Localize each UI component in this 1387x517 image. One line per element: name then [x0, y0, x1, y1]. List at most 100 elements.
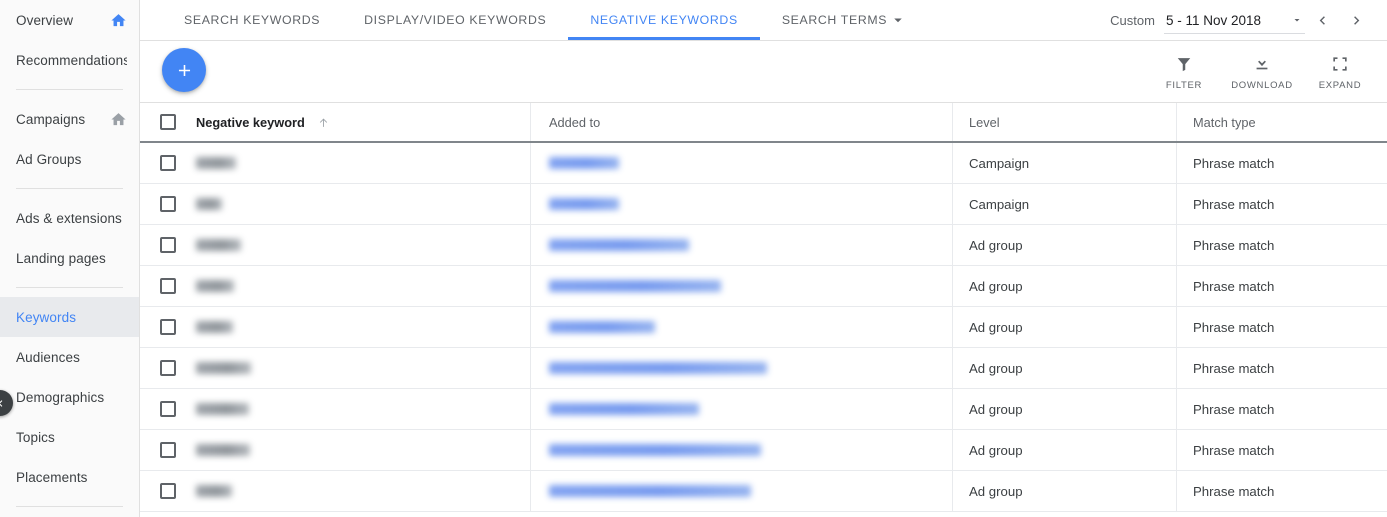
filter-funnel-icon — [1177, 57, 1191, 71]
cell-added-to[interactable] — [530, 143, 952, 183]
redacted-added-to-link[interactable] — [549, 157, 619, 169]
sidebar-item-topics[interactable]: Topics — [0, 417, 139, 457]
cell-level: Ad group — [952, 430, 1176, 470]
cell-added-to[interactable] — [530, 225, 952, 265]
table-row[interactable]: Ad group Phrase match — [140, 266, 1387, 307]
column-header-match-type[interactable]: Match type — [1176, 103, 1387, 141]
tab-search-keywords[interactable]: SEARCH KEYWORDS — [162, 0, 342, 40]
chevron-down-icon[interactable] — [887, 11, 907, 29]
redacted-keyword-text — [196, 280, 234, 292]
sidebar-item-placements[interactable]: Placements — [0, 457, 139, 497]
sidebar-divider — [16, 287, 123, 288]
sidebar-item-audiences[interactable]: Audiences — [0, 337, 139, 377]
sidebar-item-overview[interactable]: Overview — [0, 0, 139, 40]
tab-display-video-keywords[interactable]: DISPLAY/VIDEO KEYWORDS — [342, 0, 568, 40]
redacted-added-to-link[interactable] — [549, 444, 761, 456]
table-row[interactable]: Ad group Phrase match — [140, 225, 1387, 266]
cell-negative-keyword — [196, 266, 530, 306]
redacted-keyword-text — [196, 444, 250, 456]
cell-match-type: Phrase match — [1176, 225, 1387, 265]
column-header-added-to[interactable]: Added to — [530, 103, 952, 141]
table-row[interactable]: Campaign Phrase match — [140, 184, 1387, 225]
cell-level-text: Campaign — [969, 155, 1030, 171]
cell-match-type-text: Phrase match — [1193, 319, 1275, 335]
cell-level: Ad group — [952, 389, 1176, 429]
row-checkbox[interactable] — [160, 483, 176, 499]
cell-added-to[interactable] — [530, 184, 952, 224]
cell-added-to[interactable] — [530, 471, 952, 511]
download-button[interactable]: DOWNLOAD — [1223, 41, 1301, 103]
table-row[interactable]: Ad group Phrase match — [140, 471, 1387, 512]
redacted-added-to-link[interactable] — [549, 321, 655, 333]
row-select-cell — [140, 278, 196, 294]
cell-level: Ad group — [952, 266, 1176, 306]
toolbar-actions: FILTER DOWNLOAD EXPAND — [1145, 41, 1379, 103]
sidebar-item-campaigns[interactable]: Campaigns — [0, 99, 139, 139]
tab-list: SEARCH KEYWORDS DISPLAY/VIDEO KEYWORDS NEG… — [140, 0, 929, 40]
sidebar-item-ad-groups[interactable]: Ad Groups — [0, 139, 139, 179]
table-toolbar: FILTER DOWNLOAD EXPAND — [140, 41, 1387, 103]
cell-added-to[interactable] — [530, 266, 952, 306]
row-checkbox[interactable] — [160, 155, 176, 171]
sidebar-item-ads-extensions[interactable]: Ads & extensions — [0, 198, 139, 238]
sidebar-item-demographics[interactable]: Demographics — [0, 377, 139, 417]
select-all-cell — [140, 114, 196, 130]
select-all-checkbox[interactable] — [160, 114, 176, 130]
redacted-added-to-link[interactable] — [549, 485, 751, 497]
filter-button[interactable]: FILTER — [1145, 41, 1223, 103]
sidebar-item-label: Ad Groups — [16, 151, 82, 167]
column-header-level[interactable]: Level — [952, 103, 1176, 141]
cell-added-to[interactable] — [530, 348, 952, 388]
row-checkbox[interactable] — [160, 319, 176, 335]
sidebar-item-recommendations[interactable]: Recommendations — [0, 40, 139, 80]
sidebar-divider — [16, 188, 123, 189]
table-row[interactable]: Ad group Phrase match — [140, 430, 1387, 471]
redacted-added-to-link[interactable] — [549, 280, 721, 292]
cell-level: Ad group — [952, 307, 1176, 347]
cell-negative-keyword — [196, 348, 530, 388]
column-header-keyword-label: Negative keyword — [196, 114, 305, 130]
tab-negative-keywords[interactable]: NEGATIVE KEYWORDS — [568, 0, 761, 40]
redacted-added-to-link[interactable] — [549, 239, 689, 251]
row-checkbox[interactable] — [160, 196, 176, 212]
row-checkbox[interactable] — [160, 360, 176, 376]
column-header-keyword[interactable]: Negative keyword — [196, 103, 530, 141]
table-row[interactable]: Campaign Phrase match — [140, 143, 1387, 184]
sort-ascending-icon — [316, 115, 331, 130]
table-row[interactable]: Ad group Phrase match — [140, 348, 1387, 389]
date-range-next-button[interactable] — [1339, 4, 1373, 38]
date-range-value: 5 - 11 Nov 2018 — [1165, 12, 1261, 28]
home-icon[interactable] — [110, 12, 127, 29]
row-checkbox[interactable] — [160, 237, 176, 253]
date-range-prev-button[interactable] — [1305, 4, 1339, 38]
redacted-keyword-text — [196, 198, 222, 210]
sidebar-item-keywords[interactable]: Keywords — [0, 297, 139, 337]
row-checkbox[interactable] — [160, 401, 176, 417]
cell-negative-keyword — [196, 471, 530, 511]
table-row[interactable]: Ad group Phrase match — [140, 307, 1387, 348]
cell-added-to[interactable] — [530, 430, 952, 470]
row-checkbox[interactable] — [160, 442, 176, 458]
google-ads-keywords-page: Overview Recommendations Campaigns Ad Group… — [0, 0, 1387, 517]
home-icon[interactable] — [110, 111, 127, 128]
table-row[interactable]: Ad group Phrase match — [140, 389, 1387, 430]
expand-button[interactable]: EXPAND — [1301, 41, 1379, 103]
redacted-added-to-link[interactable] — [549, 403, 699, 415]
redacted-added-to-link[interactable] — [549, 362, 767, 374]
column-header-level-label: Level — [969, 114, 1000, 130]
redacted-added-to-link[interactable] — [549, 198, 619, 210]
tab-label: SEARCH TERMS — [781, 12, 888, 27]
sidebar-item-landing-pages[interactable]: Landing pages — [0, 238, 139, 278]
cell-level: Ad group — [952, 225, 1176, 265]
cell-added-to[interactable] — [530, 307, 952, 347]
tab-label: SEARCH KEYWORDS — [184, 12, 321, 27]
tab-search-terms[interactable]: SEARCH TERMS — [760, 0, 929, 40]
cell-added-to[interactable] — [530, 389, 952, 429]
row-checkbox[interactable] — [160, 278, 176, 294]
add-negative-keyword-button[interactable] — [162, 48, 206, 92]
chevron-right-icon — [1353, 16, 1359, 25]
sidebar-item-label: Landing pages — [16, 250, 106, 266]
sidebar-item-label: Overview — [16, 12, 74, 28]
sidebar-item-label: Ads & extensions — [16, 210, 122, 226]
date-range-value-button[interactable]: 5 - 11 Nov 2018 — [1163, 8, 1305, 34]
